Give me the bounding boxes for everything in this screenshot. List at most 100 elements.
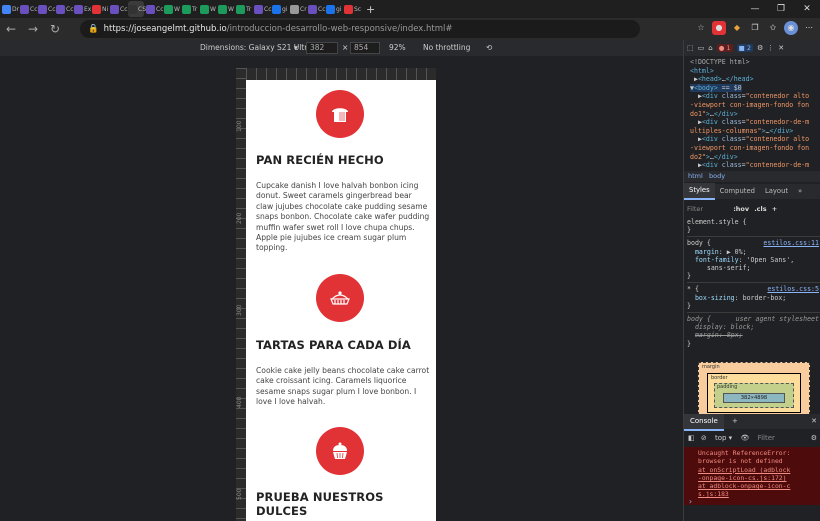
console-close-icon[interactable]: ✕	[811, 414, 817, 429]
crumb-html[interactable]: html	[688, 172, 703, 180]
context-select[interactable]: top ▾	[715, 434, 732, 442]
error-line[interactable]: at onScriptLoad (adblock	[698, 466, 820, 474]
collections-icon[interactable]: ❐	[748, 21, 762, 35]
browser-tab[interactable]: Cc	[254, 1, 272, 17]
tab-favicon-icon	[236, 4, 245, 14]
error-line[interactable]: at adblock-onpage-icon-c	[698, 482, 820, 490]
eye-icon[interactable]: 👁	[740, 434, 749, 442]
error-count: 1	[726, 44, 731, 52]
sidebar-toggle-icon[interactable]: ◧	[688, 434, 695, 442]
section-title: TARTAS PARA CADA DÍA	[256, 338, 411, 352]
browser-tab[interactable]: Sc	[344, 1, 361, 17]
tab-computed[interactable]: Computed	[715, 184, 760, 199]
hov-toggle[interactable]: :hov	[733, 205, 749, 213]
browser-tab[interactable]: W	[218, 1, 234, 17]
console-filter-input[interactable]: Filter	[758, 434, 775, 442]
tab-favicon-icon	[326, 4, 335, 14]
browser-tab[interactable]: W	[164, 1, 180, 17]
reload-icon[interactable]: ↻	[44, 22, 66, 36]
device-width-input[interactable]: 382	[306, 42, 338, 54]
console-prompt[interactable]: ›	[688, 497, 693, 506]
clear-console-icon[interactable]: ⊘	[701, 434, 707, 442]
tab-favicon-icon	[74, 4, 83, 14]
tab-layout[interactable]: Layout	[760, 184, 793, 199]
tab-label: Cc	[318, 5, 326, 13]
devtools-close-icon[interactable]: ✕	[778, 44, 784, 52]
tab-favicon-icon	[92, 4, 101, 14]
device-height-input[interactable]: 854	[350, 42, 380, 54]
styles-rules[interactable]: element.style { } body {estilos.css:11 m…	[684, 218, 820, 348]
section-text: Cupcake danish I love halvah bonbon icin…	[256, 181, 430, 253]
error-line[interactable]: -onpage-icon-cs.js:172)	[698, 474, 820, 482]
console-settings-icon[interactable]: ⚙	[811, 431, 817, 446]
browser-tab[interactable]: Cc	[56, 1, 74, 17]
cls-toggle[interactable]: .cls	[754, 205, 766, 213]
browser-tab[interactable]: CS	[128, 1, 146, 17]
close-icon[interactable]: ✕	[794, 0, 820, 18]
extension-icon[interactable]: ◆	[730, 21, 744, 35]
tab-more[interactable]: »	[793, 184, 807, 199]
restore-icon[interactable]: ❐	[768, 0, 794, 18]
browser-tab[interactable]: Cc	[38, 1, 56, 17]
tab-label: Cc	[120, 5, 128, 13]
section-title: PRUEBA NUESTROS DULCES	[256, 490, 384, 518]
new-tab-button[interactable]: +	[366, 3, 375, 16]
throttling-select[interactable]: No throttling	[423, 40, 470, 56]
url-field[interactable]: 🔒 https://joseangelmt.github.io/introduc…	[80, 20, 640, 38]
browser-tab[interactable]: W	[200, 1, 216, 17]
browser-tab[interactable]: Tr	[182, 1, 198, 17]
browser-tab[interactable]: gi	[326, 1, 342, 17]
browser-tab[interactable]: Cc	[110, 1, 128, 17]
window-controls: — ❐ ✕	[742, 0, 820, 18]
browser-tab[interactable]: gi	[272, 1, 288, 17]
error-line: Uncaught ReferenceError:	[698, 449, 791, 457]
browser-tab[interactable]: Tr	[236, 1, 252, 17]
browser-tab[interactable]: Ni	[92, 1, 108, 17]
tab-console[interactable]: Console	[684, 414, 724, 431]
browser-tab[interactable]: Cc	[146, 1, 164, 17]
tab-favicon-icon	[2, 4, 11, 14]
minimize-icon[interactable]: —	[742, 0, 768, 18]
adblock-icon[interactable]: ●	[712, 21, 726, 35]
device-toggle-icon[interactable]: ▭	[698, 44, 705, 52]
tab-favicon-icon	[128, 4, 137, 14]
browser-tab[interactable]: Cc	[308, 1, 326, 17]
elements-tree[interactable]: <!DOCTYPE html> <html> ▶<head>…</head> ▼…	[684, 56, 820, 182]
inspect-icon[interactable]: ⬚	[687, 44, 694, 52]
crumb-body[interactable]: body	[709, 172, 725, 180]
devtools-panel: ⬚ ▭ ⌂ ● 1 ■ 2 ⚙ ⋮ ✕ <!DOCTYPE html> <htm…	[683, 40, 820, 521]
add-panel-icon[interactable]: +	[732, 417, 738, 425]
favorites-icon[interactable]: ✩	[766, 21, 780, 35]
error-badge[interactable]: ● 1	[716, 44, 733, 52]
devtools-toolbar: ⬚ ▭ ⌂ ● 1 ■ 2 ⚙ ⋮ ✕	[684, 40, 820, 56]
back-icon[interactable]: ←	[0, 22, 22, 36]
bookmark-star-icon[interactable]: ☆	[694, 21, 708, 35]
menu-icon[interactable]: ⋯	[802, 21, 816, 35]
issues-badge[interactable]: ■ 2	[736, 44, 753, 52]
styles-filter-input[interactable]: Filter	[687, 205, 703, 213]
breadcrumb: html body	[684, 171, 820, 182]
settings-gear-icon[interactable]: ⚙	[757, 44, 763, 52]
panel-tabs-icon[interactable]: ⌂	[708, 44, 712, 52]
tab-styles[interactable]: Styles	[684, 183, 715, 200]
browser-tab[interactable]: Cc	[20, 1, 38, 17]
issue-count: 2	[746, 44, 751, 52]
browser-tab[interactable]: Dr	[2, 1, 19, 17]
zoom-select[interactable]: 92%	[389, 40, 406, 56]
extension-icons: ☆ ● ◆ ❐ ✩ ◉ ⋯	[694, 21, 816, 35]
emulated-page[interactable]: PAN RECIÉN HECHO Cupcake danish I love h…	[246, 80, 436, 521]
profile-avatar-icon[interactable]: ◉	[784, 21, 798, 35]
add-rule-icon[interactable]: +	[772, 205, 777, 213]
box-model-diagram[interactable]: margin border padding 382×4898	[698, 362, 810, 420]
box-border-label: border	[711, 375, 728, 381]
rotate-icon[interactable]: ⟲	[486, 40, 492, 56]
error-line[interactable]: s.js:183	[698, 490, 820, 498]
ruler-label: 200	[236, 212, 243, 224]
section-text: Cookie cake jelly beans chocolate cake c…	[256, 366, 430, 407]
browser-tab[interactable]: Ex	[74, 1, 91, 17]
browser-tab[interactable]: Cr	[290, 1, 307, 17]
box-padding-label: padding	[717, 384, 738, 390]
tab-favicon-icon	[272, 4, 281, 14]
forward-icon[interactable]: →	[22, 22, 44, 36]
more-icon[interactable]: ⋮	[767, 44, 774, 52]
